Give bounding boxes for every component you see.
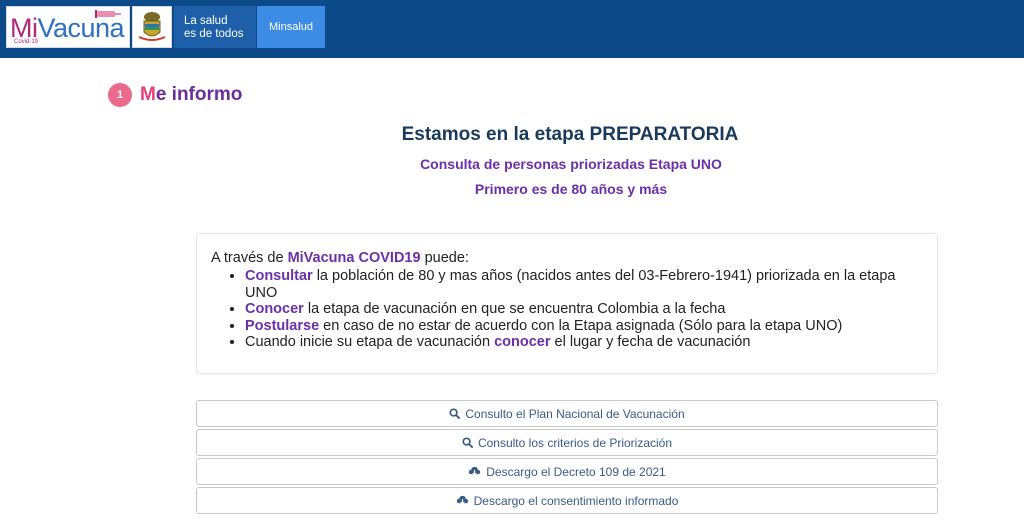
search-icon xyxy=(449,408,461,419)
decreto-download-button[interactable]: Descargo el Decreto 109 de 2021 xyxy=(196,458,938,485)
consentimiento-download-button[interactable]: Descargo el consentimiento informado xyxy=(196,487,938,514)
cloud-download-icon xyxy=(469,466,481,477)
list-item-text: la población de 80 y mas años (nacidos a… xyxy=(245,268,896,301)
criterios-priorizacion-label: Consulto los criterios de Priorización xyxy=(477,435,673,450)
list-item: Cuando inicie su etapa de vacunación con… xyxy=(245,334,923,351)
list-item-text: en caso de no estar de acuerdo con la Et… xyxy=(319,317,843,334)
criterios-priorizacion-button[interactable]: Consulto los criterios de Priorización xyxy=(196,429,938,456)
plan-nacional-label: Consulto el Plan Nacional de Vacunación xyxy=(465,406,685,421)
list-item-highlight: conocer xyxy=(494,334,551,350)
info-intro: A través de MiVacuna COVID19 puede: xyxy=(211,249,923,267)
list-item-highlight: Consultar xyxy=(245,268,313,284)
capabilities-list: Consultar la población de 80 y mas años … xyxy=(211,268,923,351)
section-header: 1 Me informo xyxy=(108,81,242,109)
coat-of-arms-icon xyxy=(138,12,166,41)
search-icon xyxy=(462,437,473,448)
stage-subheading-priority: Consulta de personas priorizadas Etapa U… xyxy=(420,156,722,172)
step-number-badge: 1 xyxy=(108,83,132,107)
list-item: Conocer la etapa de vacunación en que se… xyxy=(245,301,923,318)
info-intro-after: puede: xyxy=(420,250,469,266)
minsalud-link[interactable]: Minsalud xyxy=(257,6,325,48)
logo-subtitle: Covid-19 xyxy=(14,39,39,45)
brand-line-2: es de todos xyxy=(184,28,244,40)
section-title: Me informo xyxy=(140,84,242,106)
list-item-highlight: Postularse xyxy=(245,317,320,334)
info-intro-before: A través de xyxy=(211,250,288,266)
list-item-text: la etapa de vacunación en que se encuent… xyxy=(303,301,726,317)
section-title-rest: e informo xyxy=(155,84,243,105)
stage-subheading-age: Primero es de 80 años y más xyxy=(474,181,668,197)
cloud-download-icon xyxy=(456,495,468,506)
info-card: A través de MiVacuna COVID19 puede: Cons… xyxy=(196,233,938,374)
list-item-prefix: Cuando inicie su etapa de vacunación xyxy=(245,334,495,350)
top-bar: MiVacuna Covid-19 La salud es de todos M… xyxy=(0,0,1024,58)
coat-of-arms xyxy=(132,6,172,48)
stage-heading: Estamos en la etapa PREPARATORIA xyxy=(401,124,739,145)
section-title-initial: M xyxy=(140,84,156,105)
info-intro-highlight: MiVacuna COVID19 xyxy=(287,250,421,266)
mivacuna-logo[interactable]: MiVacuna Covid-19 xyxy=(6,6,130,48)
list-item-highlight: Conocer xyxy=(245,301,304,317)
consentimiento-download-label: Descargo el consentimiento informado xyxy=(473,493,679,508)
plan-nacional-button[interactable]: Consulto el Plan Nacional de Vacunación xyxy=(196,400,938,427)
brand-line-1: La salud xyxy=(184,15,228,27)
list-item: Consultar la población de 80 y mas años … xyxy=(245,268,923,301)
decreto-download-label: Descargo el Decreto 109 de 2021 xyxy=(486,464,666,479)
logo-vacuna: Vacuna xyxy=(37,13,125,43)
list-item-text: el lugar y fecha de vacunación xyxy=(550,334,751,350)
list-item: Postularse en caso de no estar de acuerd… xyxy=(245,318,923,335)
brand-slogan[interactable]: La salud es de todos xyxy=(174,6,256,48)
